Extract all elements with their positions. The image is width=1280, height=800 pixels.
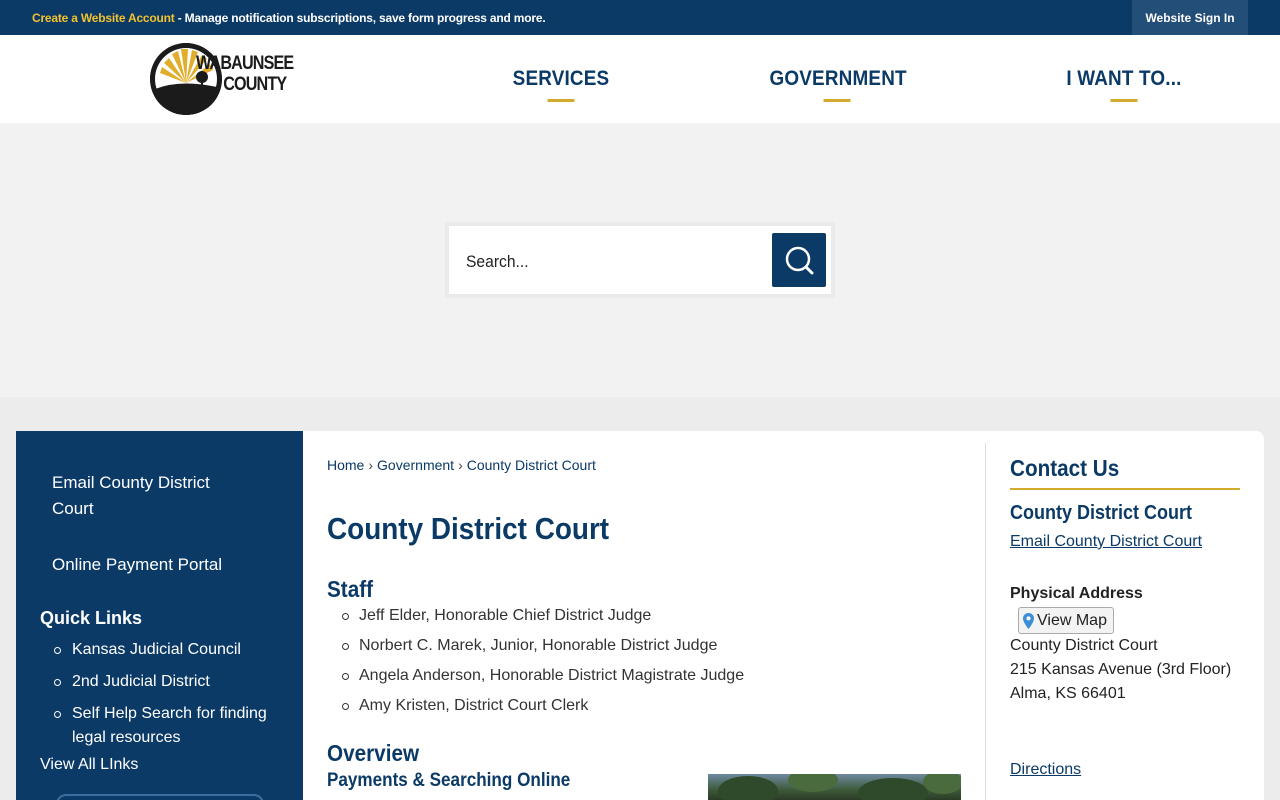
search-icon — [785, 246, 814, 275]
create-account-link[interactable]: Create a Website Account — [32, 11, 175, 25]
sign-in-button[interactable]: Website Sign In — [1132, 0, 1248, 35]
logo-line-1: WABAUNSEE — [196, 53, 294, 74]
quick-links-heading: Quick Links — [40, 608, 143, 628]
breadcrumb-government[interactable]: Government — [377, 457, 454, 473]
breadcrumb-separator: › — [368, 457, 374, 473]
quick-link-item[interactable]: Self Help Search for finding legal resou… — [54, 702, 282, 750]
nav-i-want-to-label: I WANT TO... — [1066, 67, 1182, 90]
view-all-links[interactable]: View All LInks — [40, 756, 138, 774]
nav-underline — [547, 99, 575, 102]
staff-item: Angela Anderson, Honorable District Magi… — [341, 664, 744, 688]
payments-heading: Payments & Searching Online — [327, 770, 571, 791]
quick-link-item[interactable]: 2nd Judicial District — [54, 670, 282, 694]
contact-organization: County District Court — [1010, 502, 1192, 524]
breadcrumb: Home › Government › County District Court — [327, 457, 596, 473]
county-logo[interactable]: WABAUNSEE COUNTY — [150, 43, 294, 117]
staff-heading: Staff — [327, 576, 374, 602]
courthouse-photo — [708, 774, 961, 800]
contact-email-link[interactable]: Email County District Court — [1010, 533, 1202, 551]
contact-rule — [1010, 488, 1240, 490]
quick-link-item[interactable]: Kansas Judicial Council — [54, 638, 282, 662]
staff-item: Jeff Elder, Honorable Chief District Jud… — [341, 604, 744, 628]
nav-underline — [1110, 99, 1138, 102]
account-message-text: - Manage notification subscriptions, sav… — [174, 11, 546, 25]
staff-item: Norbert C. Marek, Junior, Honorable Dist… — [341, 634, 744, 658]
sidebar-button[interactable] — [56, 794, 264, 800]
sidebar: Email County District Court Online Payme… — [16, 431, 303, 800]
search-placeholder: Search... — [466, 252, 529, 271]
breadcrumb-separator: › — [458, 457, 463, 473]
nav-services-label: SERVICES — [512, 67, 610, 90]
view-map-label: View Map — [1037, 612, 1107, 629]
quick-links-list: Kansas Judicial Council 2nd Judicial Dis… — [54, 638, 282, 758]
main-content: Home › Government › County District Court Co… — [303, 431, 1264, 800]
breadcrumb-current[interactable]: County District Court — [467, 457, 596, 473]
view-map-button[interactable]: View Map — [1018, 607, 1114, 634]
address-line: Alma, KS 66401 — [1010, 685, 1126, 702]
nav-i-want-to[interactable]: I WANT TO... — [1065, 67, 1184, 102]
page-title: County District Court — [327, 511, 610, 546]
search-button[interactable] — [772, 233, 826, 287]
nav-services[interactable]: SERVICES — [512, 67, 611, 102]
contact-heading: Contact Us — [1010, 455, 1120, 481]
nav-underline — [823, 99, 851, 102]
physical-address-label: Physical Address — [1010, 585, 1143, 602]
sidebar-link-email-court[interactable]: Email County District Court — [52, 470, 242, 522]
column-divider — [985, 443, 986, 800]
overview-heading: Overview — [327, 740, 420, 766]
breadcrumb-home[interactable]: Home — [327, 457, 364, 473]
address-line: 215 Kansas Avenue (3rd Floor) — [1010, 661, 1232, 678]
staff-item: Amy Kristen, District Court Clerk — [341, 694, 744, 718]
address-line: County District Court — [1010, 637, 1158, 654]
sidebar-link-payment-portal[interactable]: Online Payment Portal — [52, 552, 242, 578]
top-bar: Create a Website Account - Manage notifi… — [0, 0, 1280, 35]
logo-wordmark: WABAUNSEE COUNTY — [196, 53, 294, 95]
nav-government-label: GOVERNMENT — [769, 67, 907, 90]
logo-line-2: COUNTY — [223, 74, 287, 95]
nav-government[interactable]: GOVERNMENT — [769, 67, 907, 102]
map-pin-icon — [1023, 613, 1034, 629]
account-message: Create a Website Account - Manage notifi… — [32, 11, 546, 25]
staff-list: Jeff Elder, Honorable Chief District Jud… — [341, 604, 744, 724]
directions-link[interactable]: Directions — [1010, 761, 1081, 779]
site-header: WABAUNSEE COUNTY SERVICES GOVERNMENT I W… — [0, 35, 1280, 123]
